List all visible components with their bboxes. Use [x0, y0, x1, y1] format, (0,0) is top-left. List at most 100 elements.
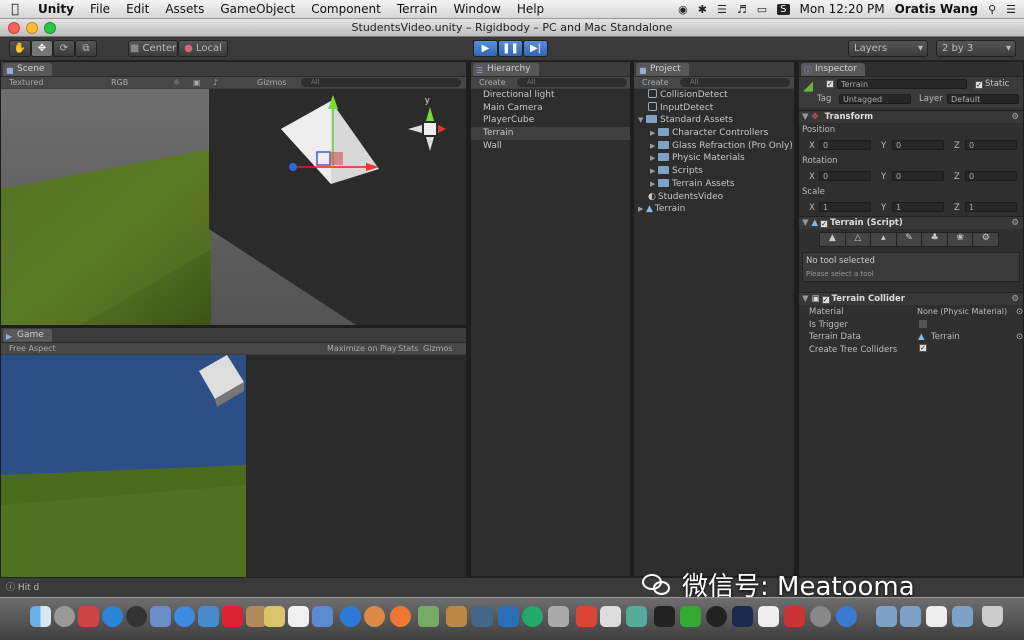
- object-name-field[interactable]: Terrain: [837, 79, 967, 89]
- unity-icon[interactable]: [758, 606, 779, 627]
- chrome-icon[interactable]: [364, 606, 385, 627]
- maximize-on-play-toggle[interactable]: Maximize on Play: [327, 343, 397, 354]
- grapher-icon[interactable]: [626, 606, 647, 627]
- gear-icon[interactable]: ⚙: [1011, 217, 1019, 230]
- smooth-height-icon[interactable]: ▴: [871, 233, 897, 246]
- calendar-icon[interactable]: [288, 606, 309, 627]
- hierarchy-item[interactable]: Wall: [471, 140, 630, 153]
- script-editor-icon[interactable]: [600, 606, 621, 627]
- minimize-window-button[interactable]: [26, 22, 38, 34]
- hierarchy-search-input[interactable]: All: [517, 78, 627, 87]
- audio-toggle-icon[interactable]: ♪: [213, 77, 218, 88]
- disk-utility-icon[interactable]: [548, 606, 569, 627]
- layers-dropdown[interactable]: Layers ▾: [848, 40, 928, 57]
- play-button[interactable]: ▶: [473, 40, 498, 57]
- step-button[interactable]: ▶|: [523, 40, 548, 57]
- transform-header[interactable]: ▼ ✥ Transform ⚙: [799, 110, 1023, 123]
- app-store-grid-icon[interactable]: [78, 606, 99, 627]
- game-gizmos-dropdown[interactable]: Gizmos: [423, 343, 452, 354]
- document-icon[interactable]: [926, 606, 947, 627]
- evernote-icon[interactable]: [680, 606, 701, 627]
- project-item[interactable]: InputDetect: [634, 101, 794, 115]
- enabled-checkbox[interactable]: ✓: [821, 296, 830, 304]
- project-create-button[interactable]: Create: [642, 77, 669, 88]
- firefox-icon[interactable]: [390, 606, 411, 627]
- expand-arrow-icon[interactable]: ▶: [650, 140, 658, 153]
- position-y-field[interactable]: 0: [892, 140, 944, 150]
- project-item[interactable]: ▶ Character Controllers: [634, 127, 794, 140]
- status-s-icon[interactable]: S: [777, 3, 790, 15]
- close-window-button[interactable]: [8, 22, 20, 34]
- pivot-local-button[interactable]: ● Local: [178, 40, 228, 57]
- system-preferences-icon[interactable]: [810, 606, 831, 627]
- xcode-icon[interactable]: [472, 606, 493, 627]
- terrain-script-header[interactable]: ▼ ▲ ✓ Terrain (Script) ⚙: [799, 216, 1023, 229]
- image-toggle-icon[interactable]: ▣: [193, 77, 201, 88]
- status-message[interactable]: Hit d: [18, 583, 39, 593]
- pdf-icon[interactable]: [784, 606, 805, 627]
- expand-arrow-icon[interactable]: ▶: [650, 127, 658, 140]
- project-item[interactable]: ▶ ▲ Terrain: [634, 203, 794, 216]
- layer-dropdown[interactable]: Default: [947, 94, 1019, 104]
- hierarchy-item[interactable]: Directional light: [471, 89, 630, 102]
- menu-app-name[interactable]: Unity: [30, 0, 82, 19]
- facetime-icon[interactable]: [198, 606, 219, 627]
- activity-monitor-icon[interactable]: [654, 606, 675, 627]
- finder-icon[interactable]: [30, 606, 51, 627]
- rotation-x-field[interactable]: 0: [819, 171, 871, 181]
- menu-help[interactable]: Help: [509, 0, 552, 19]
- material-field[interactable]: None (Physic Material): [917, 307, 1007, 316]
- menu-assets[interactable]: Assets: [157, 0, 212, 19]
- create-tree-colliders-checkbox[interactable]: ✓: [919, 344, 927, 352]
- rotation-y-field[interactable]: 0: [892, 171, 944, 181]
- paint-texture-icon[interactable]: ✎: [897, 233, 923, 246]
- project-item[interactable]: ▶ Terrain Assets: [634, 178, 794, 191]
- project-item[interactable]: ▼ Standard Assets: [634, 114, 794, 127]
- menubar-clock[interactable]: Mon 12:20 PM: [800, 2, 885, 16]
- paint-height-icon[interactable]: △: [846, 233, 872, 246]
- bluetooth-icon[interactable]: ✱: [698, 3, 707, 16]
- game-viewport[interactable]: [1, 355, 466, 577]
- downloads-folder-icon[interactable]: [952, 606, 973, 627]
- aspect-dropdown[interactable]: Free Aspect: [9, 343, 56, 354]
- scene-search-input[interactable]: All: [301, 78, 461, 87]
- gear-icon[interactable]: ⚙: [1011, 293, 1019, 306]
- menu-edit[interactable]: Edit: [118, 0, 157, 19]
- hierarchy-item[interactable]: Terrain: [471, 127, 630, 140]
- qq-icon[interactable]: [706, 606, 727, 627]
- enabled-checkbox[interactable]: ✓: [820, 220, 829, 228]
- project-search-input[interactable]: All: [680, 78, 790, 87]
- hierarchy-item[interactable]: PlayerCube: [471, 114, 630, 127]
- dropbox-icon[interactable]: ◉: [678, 3, 688, 16]
- place-trees-icon[interactable]: ♣: [922, 233, 948, 246]
- render-mode-dropdown[interactable]: Textured: [9, 77, 43, 88]
- terrain-data-picker-icon[interactable]: ⊙: [1016, 332, 1023, 342]
- position-x-field[interactable]: 0: [819, 140, 871, 150]
- dashboard-icon[interactable]: [126, 606, 147, 627]
- tab-game[interactable]: ▶ Game: [3, 329, 52, 342]
- hierarchy-item[interactable]: Main Camera: [471, 102, 630, 115]
- menu-gameobject[interactable]: GameObject: [212, 0, 303, 19]
- scale-x-field[interactable]: 1: [819, 202, 871, 212]
- expand-arrow-icon[interactable]: ▶: [638, 203, 646, 216]
- time-machine-icon[interactable]: [522, 606, 543, 627]
- itunes-icon[interactable]: [340, 606, 361, 627]
- static-checkbox[interactable]: ✓ Static: [975, 79, 1009, 89]
- keynote-icon[interactable]: [576, 606, 597, 627]
- menu-window[interactable]: Window: [445, 0, 508, 19]
- lighting-toggle-icon[interactable]: ☼: [173, 77, 180, 88]
- terrain-data-field[interactable]: Terrain: [931, 332, 960, 342]
- expand-arrow-icon[interactable]: ▼: [638, 114, 646, 127]
- expand-arrow-icon[interactable]: ▶: [650, 178, 658, 191]
- applications-folder-icon[interactable]: [876, 606, 897, 627]
- scene-gizmos-dropdown[interactable]: Gizmos: [257, 77, 286, 88]
- expand-arrow-icon[interactable]: ▶: [650, 152, 658, 165]
- volume-icon[interactable]: ♬: [737, 3, 747, 16]
- project-item[interactable]: ▶ Scripts: [634, 165, 794, 178]
- mail-icon[interactable]: [312, 606, 333, 627]
- terrain-collider-header[interactable]: ▼ ▣ ✓ Terrain Collider ⚙: [799, 292, 1023, 305]
- zoom-window-button[interactable]: [44, 22, 56, 34]
- active-checkbox[interactable]: ✓: [826, 80, 834, 88]
- project-item[interactable]: ▶ Physic Materials: [634, 152, 794, 165]
- is-trigger-checkbox[interactable]: [919, 320, 927, 328]
